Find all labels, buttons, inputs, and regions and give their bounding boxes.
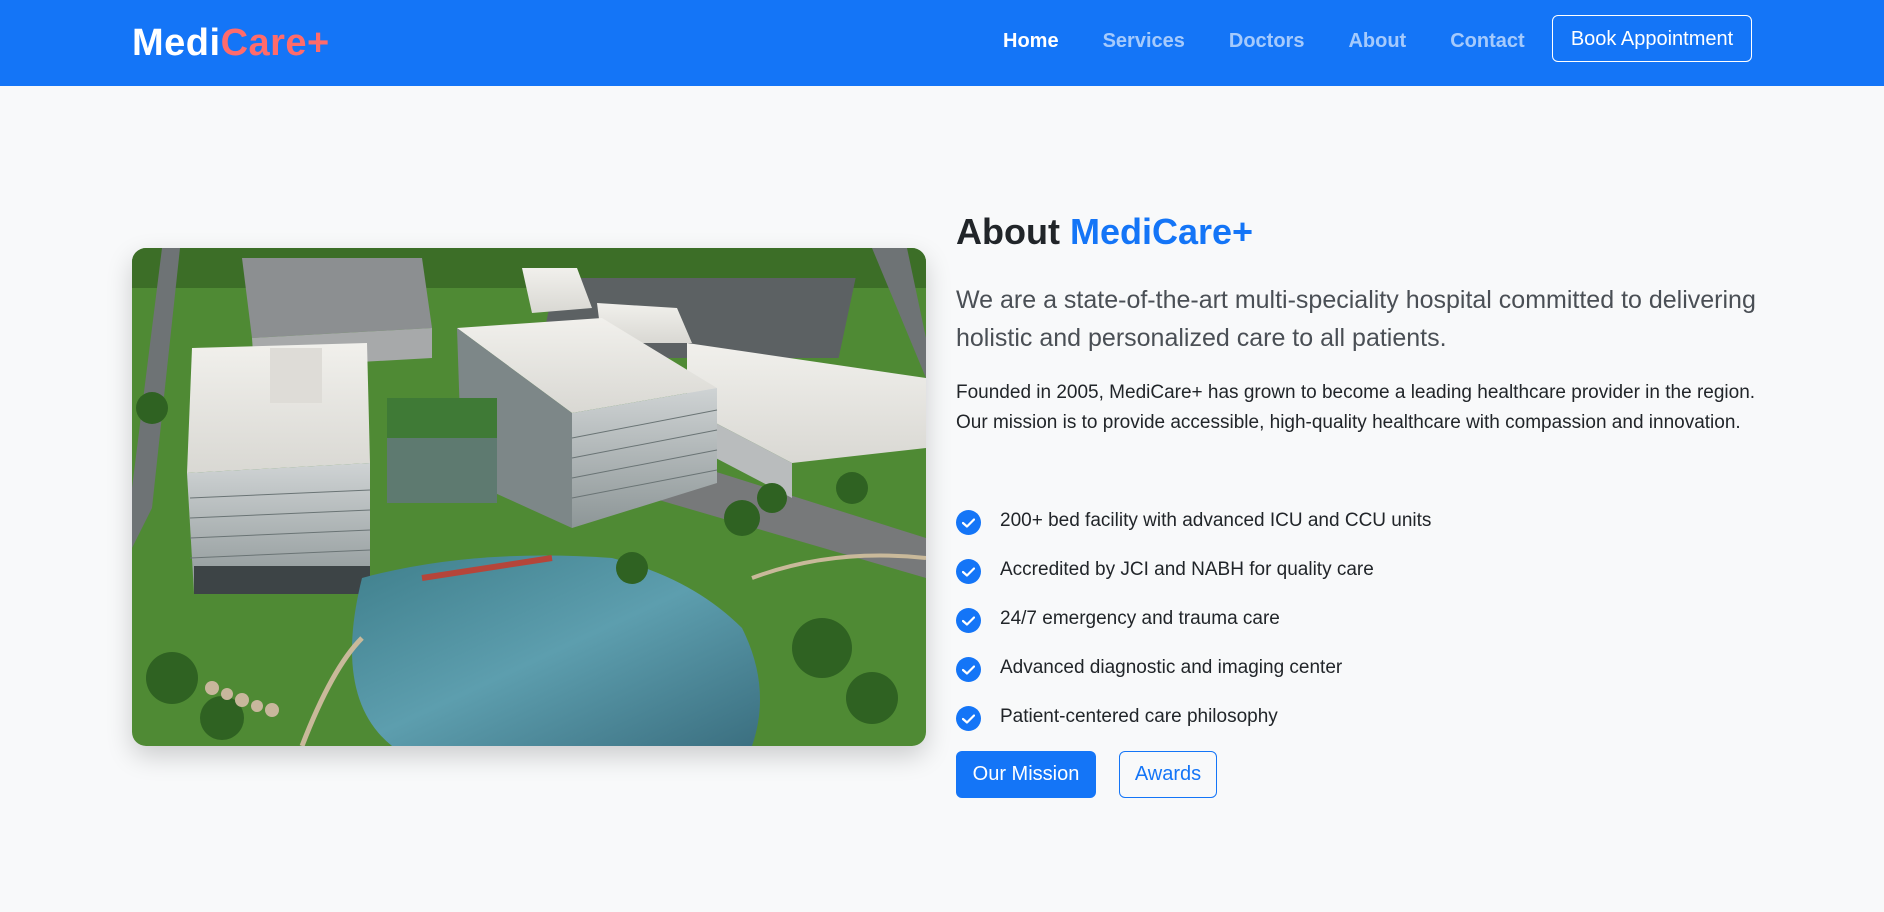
nav-link-home[interactable]: Home <box>1003 28 1059 54</box>
about-title-accent: MediCare+ <box>1069 211 1254 252</box>
book-appointment-button[interactable]: Book Appointment <box>1552 15 1752 62</box>
feature-text: Advanced diagnostic and imaging center <box>1000 656 1343 678</box>
check-circle-icon <box>956 608 981 633</box>
nav-link-doctors[interactable]: Doctors <box>1229 28 1305 54</box>
feature-list: 200+ bed facility with advanced ICU and … <box>956 496 1431 741</box>
feature-item: Advanced diagnostic and imaging center <box>956 643 1431 692</box>
feature-text: 24/7 emergency and trauma care <box>1000 607 1280 629</box>
feature-item: 24/7 emergency and trauma care <box>956 594 1431 643</box>
nav-link-about[interactable]: About <box>1348 28 1406 54</box>
check-circle-icon <box>956 559 981 584</box>
brand-name-part2: Care+ <box>220 22 330 64</box>
nav-link-services[interactable]: Services <box>1103 28 1185 54</box>
about-lead-text: We are a state-of-the-art multi-speciali… <box>956 286 1756 352</box>
feature-text: Patient-centered care philosophy <box>1000 705 1278 727</box>
navbar: MediCare+ Home Services Doctors About Co… <box>0 0 1884 86</box>
check-circle-icon <box>956 510 981 535</box>
about-title-prefix: About <box>956 211 1060 252</box>
feature-item: Patient-centered care philosophy <box>956 692 1431 741</box>
feature-item: 200+ bed facility with advanced ICU and … <box>956 496 1431 545</box>
about-title: About MediCare+ <box>956 208 1253 256</box>
feature-text: 200+ bed facility with advanced ICU and … <box>1000 509 1432 531</box>
nav-links: Home Services Doctors About Contact <box>1003 28 1569 54</box>
our-mission-button[interactable]: Our Mission <box>956 751 1096 798</box>
check-circle-icon <box>956 706 981 731</box>
about-description: Founded in 2005, MediCare+ has grown to … <box>956 382 1756 433</box>
nav-link-contact[interactable]: Contact <box>1450 28 1524 54</box>
feature-text: Accredited by JCI and NABH for quality c… <box>1000 558 1374 580</box>
brand-logo[interactable]: MediCare+ <box>132 20 330 66</box>
hospital-aerial-image <box>132 248 926 746</box>
check-circle-icon <box>956 657 981 682</box>
feature-item: Accredited by JCI and NABH for quality c… <box>956 545 1431 594</box>
brand-name-part1: Medi <box>132 22 221 64</box>
awards-button[interactable]: Awards <box>1119 751 1217 798</box>
